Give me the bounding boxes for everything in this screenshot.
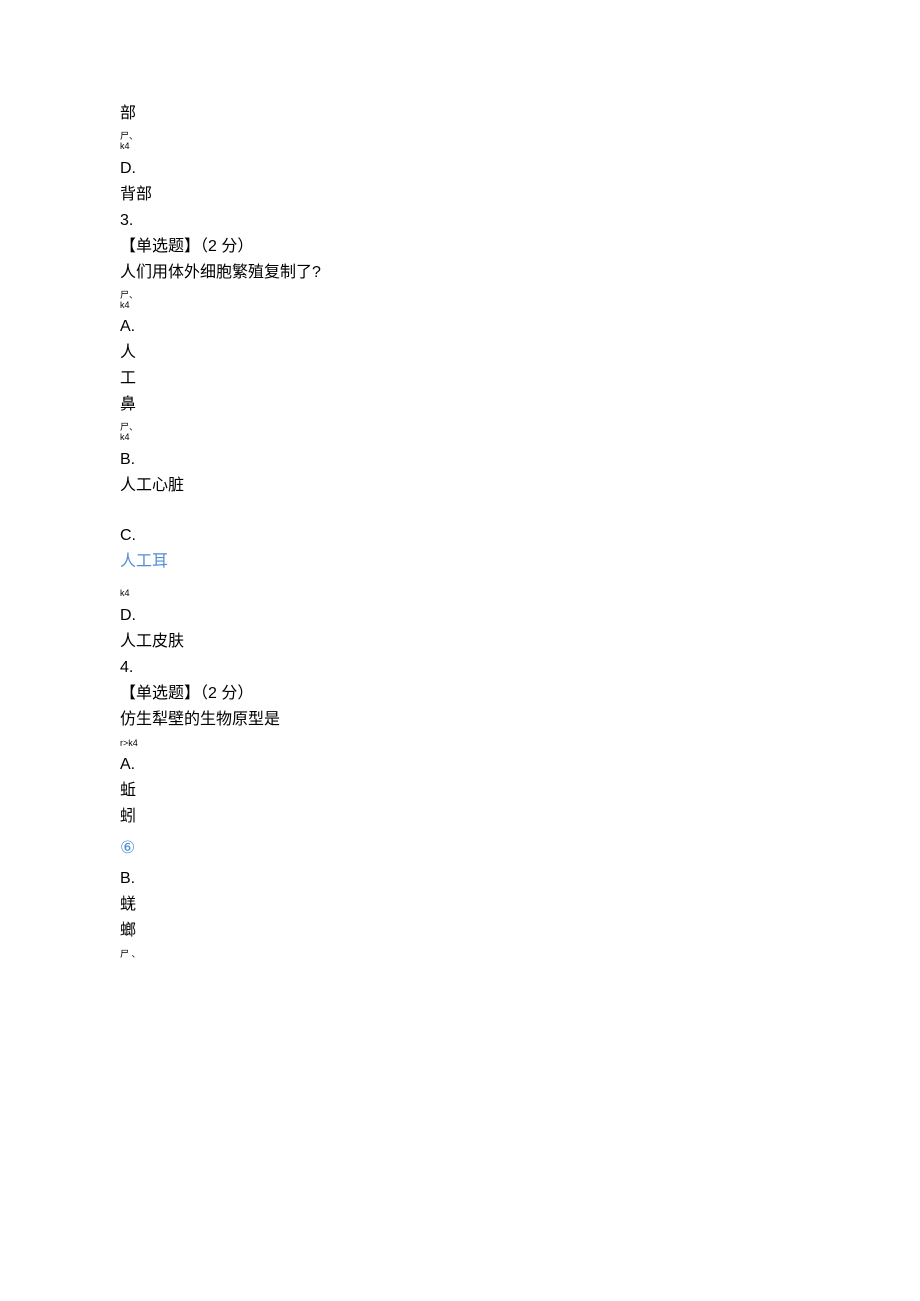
q3-optD-text: 人工皮肤 <box>120 630 800 654</box>
q4-number: 4. <box>120 656 800 680</box>
marker-4: k4 <box>120 588 800 600</box>
marker-6: 尸 、 <box>120 949 800 961</box>
q3-optA-l3: 鼻 <box>120 393 800 417</box>
q4-optB-l2: 螂 <box>120 919 800 943</box>
q3-stem: 人们用体外细胞繁殖复制了? <box>120 261 800 285</box>
marker-5: r>k4 <box>120 738 800 750</box>
q4-tag: 【单选题】（2 分） <box>120 682 800 706</box>
q3-optA-letter: A. <box>120 315 800 339</box>
q3-number: 3. <box>120 209 800 233</box>
marker-prime-2: 尸 <box>120 290 129 300</box>
marker-prime-3: 尸 <box>120 422 129 432</box>
q3-optD-letter: D. <box>120 604 800 628</box>
marker-prime-6: 尸 <box>120 949 129 959</box>
q3-optA-l1: 人 <box>120 341 800 365</box>
marker-k4-3: k4 <box>120 432 800 444</box>
q3-optC-text: 人工耳 <box>120 550 800 574</box>
marker-k4-2: k4 <box>120 300 800 312</box>
q4-optA-l1: 蚯 <box>120 779 800 803</box>
q4-optB-l1: 蜣 <box>120 893 800 917</box>
marker-dot-3: 、 <box>129 422 138 432</box>
marker-dot: 、 <box>129 131 138 141</box>
q3-optA-l2: 工 <box>120 367 800 391</box>
q3-optB-text: 人工心脏 <box>120 474 800 498</box>
marker-1: 尸、 k4 <box>120 132 800 153</box>
q3-optC-letter: C. <box>120 524 800 548</box>
marker-2: 尸、 k4 <box>120 291 800 312</box>
marker-k4-1: k4 <box>120 141 800 153</box>
q4-optA-l2: 蚓 <box>120 805 800 829</box>
q3-tag: 【单选题】（2 分） <box>120 235 800 259</box>
q2-optD-letter: D. <box>120 157 800 181</box>
q2-optC-fragment: 部 <box>120 102 800 126</box>
q3-optB-letter: B. <box>120 448 800 472</box>
marker-dot-6: 、 <box>132 949 141 959</box>
q2-optD-text: 背部 <box>120 183 800 207</box>
marker-prime: 尸 <box>120 131 129 141</box>
q4-circle-marker: ⑥ <box>120 835 800 861</box>
marker-3: 尸、 k4 <box>120 423 800 444</box>
q4-optB-letter: B. <box>120 867 800 891</box>
q4-optA-letter: A. <box>120 753 800 777</box>
marker-dot-2: 、 <box>129 290 138 300</box>
q4-stem: 仿生犁壁的生物原型是 <box>120 708 800 732</box>
